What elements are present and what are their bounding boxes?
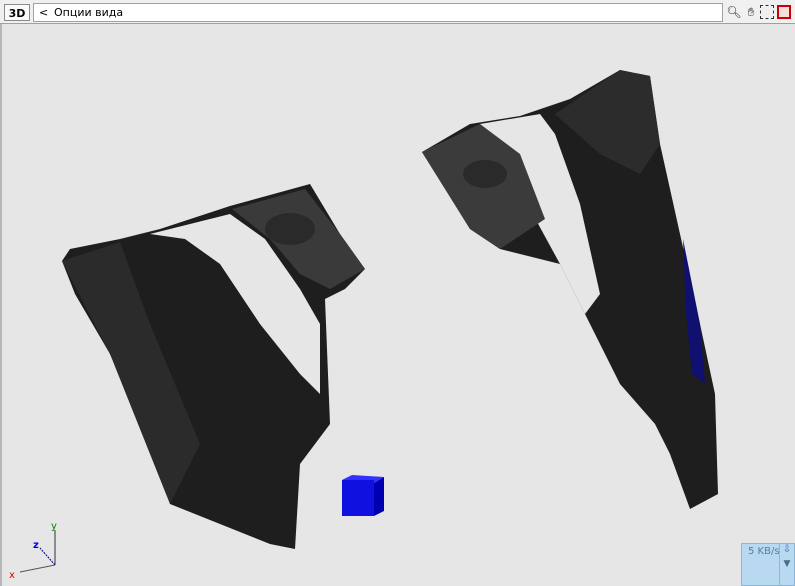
- toolbar: 3D < Опции вида 🔍︎ ✋︎: [0, 0, 795, 24]
- pan-hand-icon[interactable]: ✋︎: [743, 4, 759, 20]
- dropdown-arrow-icon[interactable]: ▼: [780, 559, 794, 569]
- network-widget[interactable]: 5 KB/s ⇩ ▼: [741, 543, 795, 586]
- breadcrumb: < Опции вида: [33, 3, 723, 22]
- page-title: Опции вида: [54, 6, 124, 19]
- blue-cube: [342, 475, 384, 516]
- 3d-viewport[interactable]: [0, 24, 795, 586]
- network-speed: 5 KB/s: [748, 546, 780, 557]
- download-arrow-icon[interactable]: ⇩: [780, 544, 794, 555]
- fit-view-icon[interactable]: [760, 5, 774, 19]
- x-axis-label: x: [9, 570, 15, 581]
- left-door-model: [62, 184, 365, 549]
- z-axis-label: z: [33, 540, 39, 551]
- zoom-icon[interactable]: 🔍︎: [726, 4, 742, 20]
- stop-icon[interactable]: [777, 5, 791, 19]
- 3d-mode-button[interactable]: 3D: [4, 4, 30, 21]
- right-door-model: [422, 70, 718, 509]
- back-button[interactable]: <: [39, 6, 48, 19]
- axis-gizmo: y z x: [9, 521, 57, 581]
- y-axis-label: y: [51, 521, 57, 532]
- network-controls: ⇩ ▼: [779, 544, 794, 585]
- x-axis-line: [19, 564, 56, 573]
- z-axis-line: [39, 547, 56, 566]
